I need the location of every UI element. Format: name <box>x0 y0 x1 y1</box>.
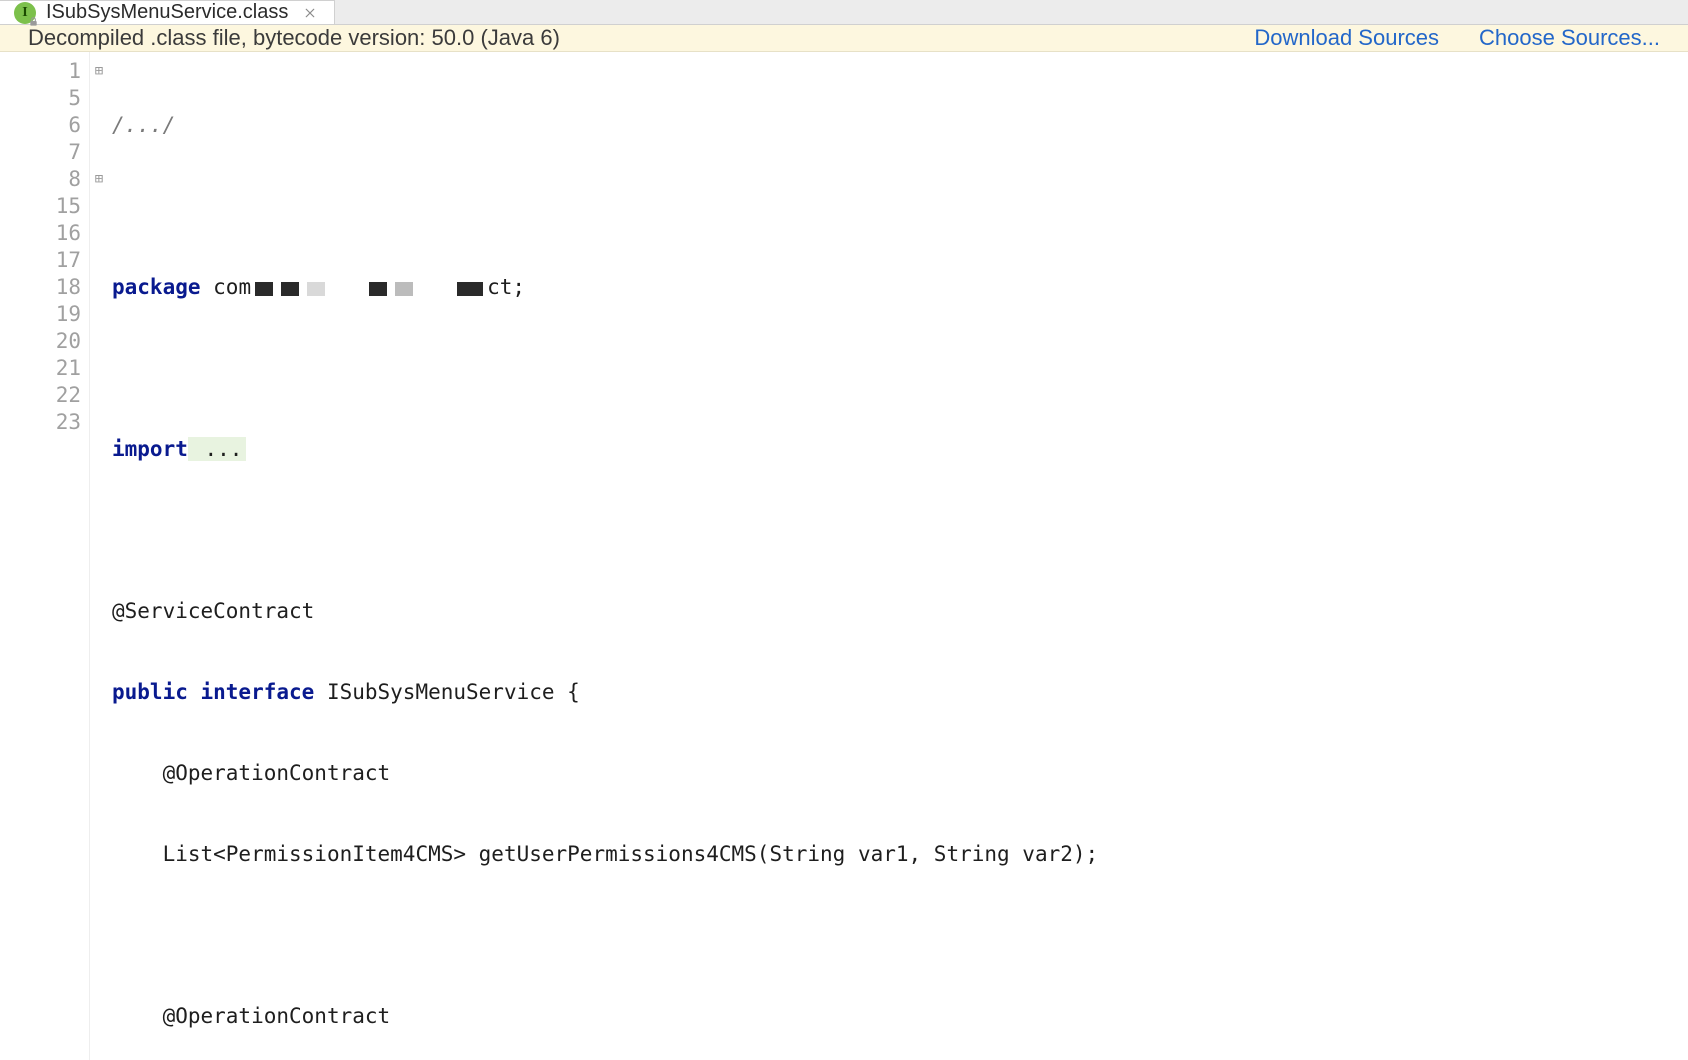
folded-comment: /.../ <box>112 113 175 137</box>
indent <box>112 1004 163 1028</box>
banner-actions: Download Sources Choose Sources... <box>1254 25 1660 51</box>
indent <box>112 842 163 866</box>
line-number: 5 <box>0 85 81 112</box>
close-tab-button[interactable] <box>302 5 318 21</box>
annotation: @ServiceContract <box>112 599 314 623</box>
keyword-interface: public interface <box>112 680 314 704</box>
annotation: @OperationContract <box>163 1004 391 1028</box>
redacted-package <box>251 275 487 302</box>
download-sources-link[interactable]: Download Sources <box>1254 25 1439 51</box>
line-number: 17 <box>0 247 81 274</box>
editor-tab[interactable]: I ISubSysMenuService.class <box>0 0 335 24</box>
line-number: 20 <box>0 328 81 355</box>
line-number: 19 <box>0 301 81 328</box>
line-number-gutter: 1 5 6 7 8 15 16 17 18 19 20 21 22 23 <box>0 52 90 1060</box>
decompiled-banner: Decompiled .class file, bytecode version… <box>0 25 1688 52</box>
code-text: ct; <box>487 275 525 299</box>
code-editor[interactable]: 1 5 6 7 8 15 16 17 18 19 20 21 22 23 ⊞ ⊞… <box>0 52 1688 1060</box>
line-number: 18 <box>0 274 81 301</box>
lock-icon <box>28 16 39 27</box>
code-area[interactable]: /.../ package com ct; import ... @Service… <box>108 52 1688 1060</box>
line-number: 23 <box>0 409 81 436</box>
line-number: 7 <box>0 139 81 166</box>
line-number: 22 <box>0 382 81 409</box>
line-number: 16 <box>0 220 81 247</box>
interface-file-icon: I <box>14 2 36 24</box>
close-icon <box>304 7 316 19</box>
line-number: 15 <box>0 193 81 220</box>
editor-tab-bar: I ISubSysMenuService.class <box>0 0 1688 25</box>
fold-column: ⊞ ⊞ <box>90 52 108 1060</box>
choose-sources-link[interactable]: Choose Sources... <box>1479 25 1660 51</box>
line-number: 21 <box>0 355 81 382</box>
keyword-package: package <box>112 275 201 299</box>
folded-imports[interactable]: ... <box>188 437 247 461</box>
code-text: List<PermissionItem4CMS> getUserPermissi… <box>163 842 1099 866</box>
code-text: com <box>201 275 252 299</box>
line-number: 8 <box>0 166 81 193</box>
line-number: 6 <box>0 112 81 139</box>
code-text: ISubSysMenuService { <box>314 680 580 704</box>
keyword-import: import <box>112 437 188 461</box>
fold-toggle[interactable]: ⊞ <box>90 58 108 85</box>
banner-message: Decompiled .class file, bytecode version… <box>28 25 1254 51</box>
fold-toggle[interactable]: ⊞ <box>90 166 108 193</box>
indent <box>112 761 163 785</box>
annotation: @OperationContract <box>163 761 391 785</box>
line-number: 1 <box>0 58 81 85</box>
tab-file-name: ISubSysMenuService.class <box>46 1 288 24</box>
